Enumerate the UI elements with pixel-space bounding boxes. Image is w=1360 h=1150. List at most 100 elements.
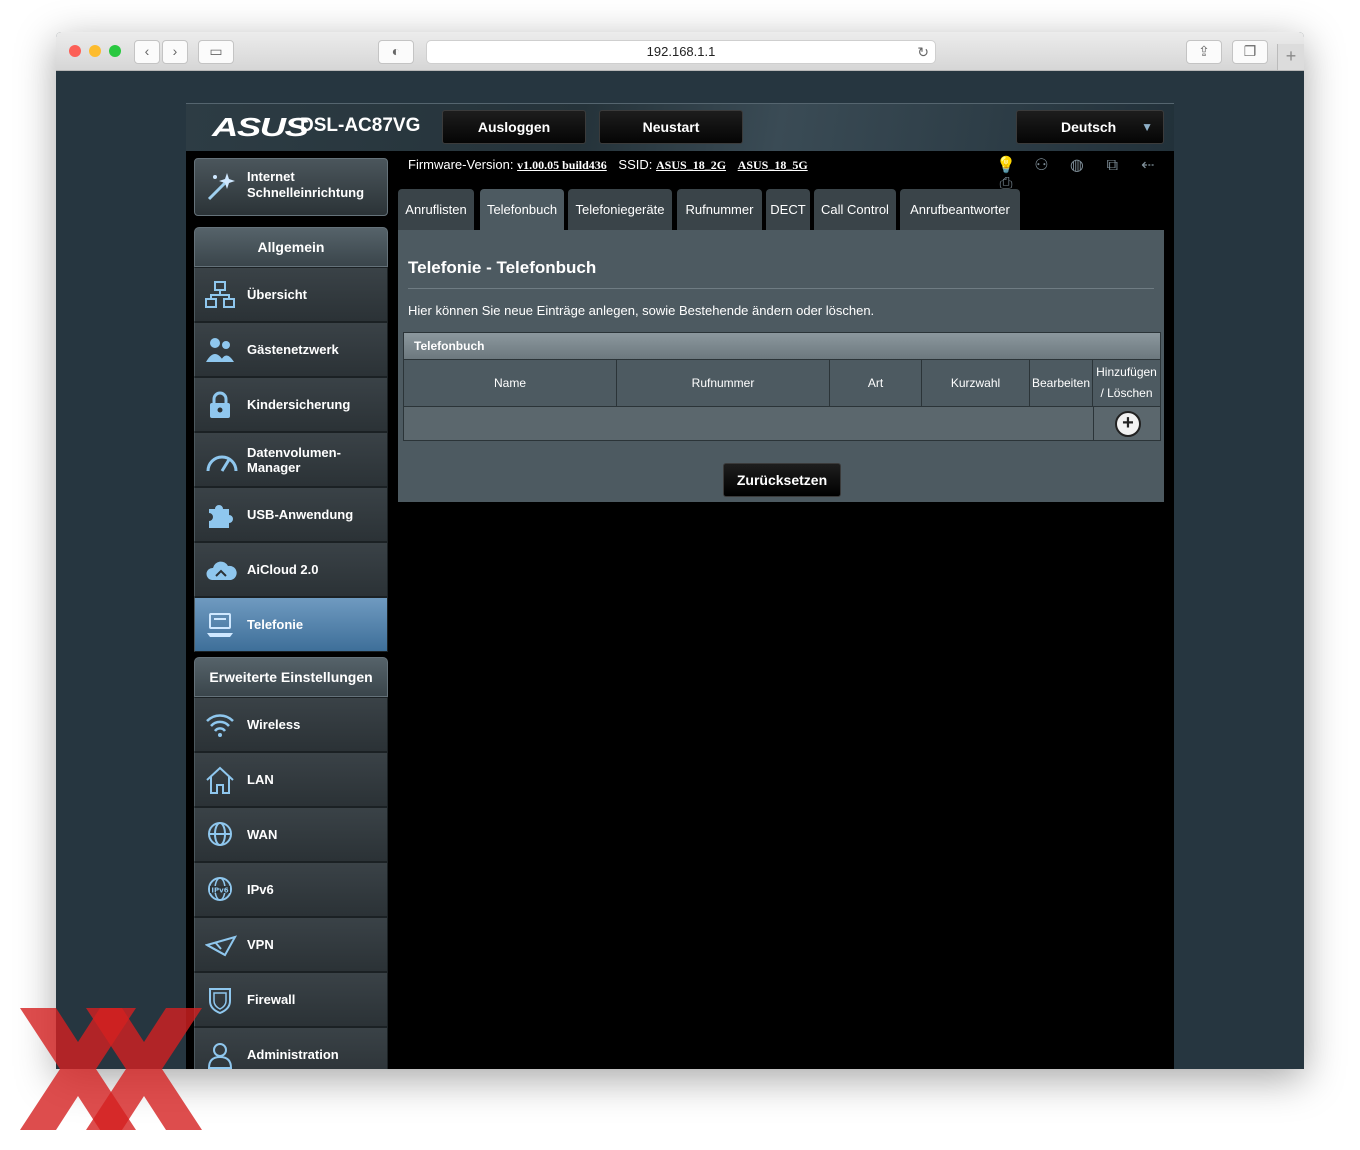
- guest-network-icon: [206, 338, 234, 362]
- network-map-icon: [205, 281, 235, 308]
- sidebar-item-label: Übersicht: [247, 287, 307, 302]
- model-name: DSL-AC87VG: [300, 115, 421, 136]
- language-value: Deutsch: [1061, 119, 1117, 135]
- wifi-icon: [206, 714, 234, 737]
- reset-button[interactable]: Zurücksetzen: [723, 463, 841, 497]
- magic-wand-icon: [207, 173, 235, 201]
- address-bar[interactable]: 192.168.1.1 ↻: [426, 40, 936, 64]
- cloud-icon: [206, 561, 237, 580]
- tab-call-control[interactable]: Call Control: [814, 189, 896, 230]
- sidebar-item-label: Gästenetzwerk: [247, 342, 339, 357]
- tab-call-lists[interactable]: Anruflisten: [398, 189, 474, 230]
- browser-toolbar: ‹ › ▭ ◐ 192.168.1.1 ↻ ⇪ ❐ +: [56, 32, 1304, 71]
- tab-dect[interactable]: DECT: [766, 189, 810, 230]
- globe-icon: [208, 822, 232, 846]
- quick-setup-line2: Schnelleinrichtung: [247, 185, 365, 200]
- add-cell: +: [1093, 407, 1161, 440]
- tab-phone-devices[interactable]: Telefoniegeräte: [568, 189, 672, 230]
- sidebar-item-label: Datenvolumen-Manager: [247, 444, 341, 475]
- browser-window: ‹ › ▭ ◐ 192.168.1.1 ↻ ⇪ ❐ + ASUS DSL-AC8…: [56, 32, 1304, 1069]
- sidebar-item-wireless[interactable]: Wireless: [194, 697, 388, 752]
- ssid-5g-link[interactable]: ASUS_18_5G: [738, 158, 808, 172]
- column-number: Rufnummer: [617, 360, 830, 406]
- ssid-label: SSID:: [618, 157, 653, 172]
- reload-icon[interactable]: ↻: [917, 41, 929, 63]
- back-icon[interactable]: ‹: [134, 40, 160, 64]
- sidebar-item-label: USB-Anwendung: [247, 507, 354, 522]
- router-page: ASUS DSL-AC87VG Ausloggen Neustart Deuts…: [186, 103, 1174, 1069]
- sidebar-item-lan[interactable]: LAN: [194, 752, 388, 807]
- chevron-down-icon: ▼: [1141, 120, 1153, 134]
- add-entry-button[interactable]: +: [1115, 411, 1141, 437]
- share-icon[interactable]: ⇪: [1186, 40, 1222, 64]
- usb-icon[interactable]: ⇠: [1137, 155, 1159, 175]
- sidebar-item-parental-control[interactable]: Kindersicherung: [194, 377, 388, 432]
- sidebar-item-label: Telefonie: [247, 617, 304, 632]
- zoom-window-button[interactable]: [109, 45, 121, 57]
- svg-text:IPv6: IPv6: [211, 887, 228, 895]
- ipv6-icon: IPv6: [208, 877, 232, 901]
- sidebar-item-label: Kindersicherung: [247, 397, 351, 412]
- gauge-icon: [206, 455, 238, 472]
- watermark-logo: [20, 1008, 202, 1130]
- sidebar-item-traffic-manager[interactable]: Datenvolumen-Manager: [194, 432, 388, 487]
- puzzle-icon: [209, 505, 233, 528]
- page-title: Telefonie - Telefonbuch: [408, 258, 597, 277]
- content-panel: Telefonie - Telefonbuch Hier können Sie …: [398, 230, 1164, 502]
- sidebar-item-overview[interactable]: Übersicht: [194, 267, 388, 322]
- sidebar-item-label: WAN: [247, 827, 278, 842]
- sidebar-item-wan[interactable]: WAN: [194, 807, 388, 862]
- new-tab-icon[interactable]: +: [1277, 44, 1304, 70]
- sidebar-item-administration[interactable]: Administration: [194, 1027, 388, 1069]
- sidebar-item-aicloud[interactable]: AiCloud 2.0: [194, 542, 388, 597]
- firmware-info: Firmware-Version: v1.00.05 build436 SSID…: [408, 157, 816, 173]
- sidebar-item-firewall[interactable]: Firewall: [194, 972, 388, 1027]
- url-text: 192.168.1.1: [646, 44, 716, 59]
- reader-toggle-icon[interactable]: ◐: [378, 40, 414, 64]
- sidebar-item-guest-network[interactable]: Gästenetzwerk: [194, 322, 388, 377]
- router-header: ASUS DSL-AC87VG Ausloggen Neustart Deuts…: [186, 103, 1174, 151]
- internet-status-icon[interactable]: ◍: [1066, 155, 1088, 175]
- sidebar-item-label: Wireless: [247, 717, 301, 732]
- phone-icon: [207, 613, 233, 637]
- column-edit: Bearbeiten: [1030, 360, 1093, 406]
- column-name: Name: [404, 360, 617, 406]
- table-title: Telefonbuch: [404, 333, 1160, 359]
- sidebar-item-vpn[interactable]: VPN: [194, 917, 388, 972]
- sidebar-item-label: IPv6: [247, 882, 274, 897]
- logout-button[interactable]: Ausloggen: [442, 110, 586, 144]
- vpn-icon: [205, 935, 237, 957]
- shield-icon: [209, 988, 231, 1014]
- tabs-overview-icon[interactable]: ❐: [1232, 40, 1268, 64]
- tab-answering-machine[interactable]: Anrufbeantworter: [900, 189, 1020, 230]
- quick-setup-button[interactable]: Internet Schnelleinrichtung: [194, 158, 388, 216]
- sidebar-item-label: LAN: [247, 772, 274, 787]
- asus-logo: ASUS: [212, 112, 309, 142]
- tab-phone-number[interactable]: Rufnummer: [677, 189, 762, 230]
- sidebar-icon[interactable]: ▭: [198, 40, 234, 64]
- quick-setup-line1: Internet: [247, 169, 295, 184]
- sidebar-item-label: AiCloud 2.0: [247, 562, 319, 577]
- table-header-row: Name Rufnummer Art Kurzwahl Bearbeiten H…: [404, 359, 1160, 406]
- firmware-label: Firmware-Version:: [408, 157, 514, 172]
- tab-phonebook[interactable]: Telefonbuch: [480, 189, 564, 230]
- table-row: +: [404, 406, 1160, 440]
- close-window-button[interactable]: [69, 45, 81, 57]
- lightbulb-icon[interactable]: 💡: [995, 155, 1017, 175]
- column-add-delete: Hinzufügen / Löschen: [1096, 365, 1157, 400]
- lock-icon: [210, 391, 230, 418]
- reboot-button[interactable]: Neustart: [599, 110, 743, 144]
- firmware-link[interactable]: v1.00.05 build436: [517, 158, 607, 172]
- sidebar-item-ipv6[interactable]: IPv6 IPv6: [194, 862, 388, 917]
- devices-icon[interactable]: ⧉: [1101, 157, 1123, 175]
- minimize-window-button[interactable]: [89, 45, 101, 57]
- language-select[interactable]: Deutsch ▼: [1016, 110, 1164, 144]
- sidebar-item-telephony[interactable]: Telefonie: [194, 597, 388, 652]
- sidebar-item-usb-application[interactable]: USB-Anwendung: [194, 487, 388, 542]
- status-icons: 💡 ⚇ ◍ ⧉ ⇠ ⎙: [986, 155, 1174, 193]
- clients-icon[interactable]: ⚇: [1030, 155, 1052, 175]
- title-divider: [408, 288, 1154, 289]
- sidebar-item-label: Administration: [247, 1047, 339, 1062]
- ssid-2g-link[interactable]: ASUS_18_2G: [656, 158, 726, 172]
- forward-icon[interactable]: ›: [162, 40, 188, 64]
